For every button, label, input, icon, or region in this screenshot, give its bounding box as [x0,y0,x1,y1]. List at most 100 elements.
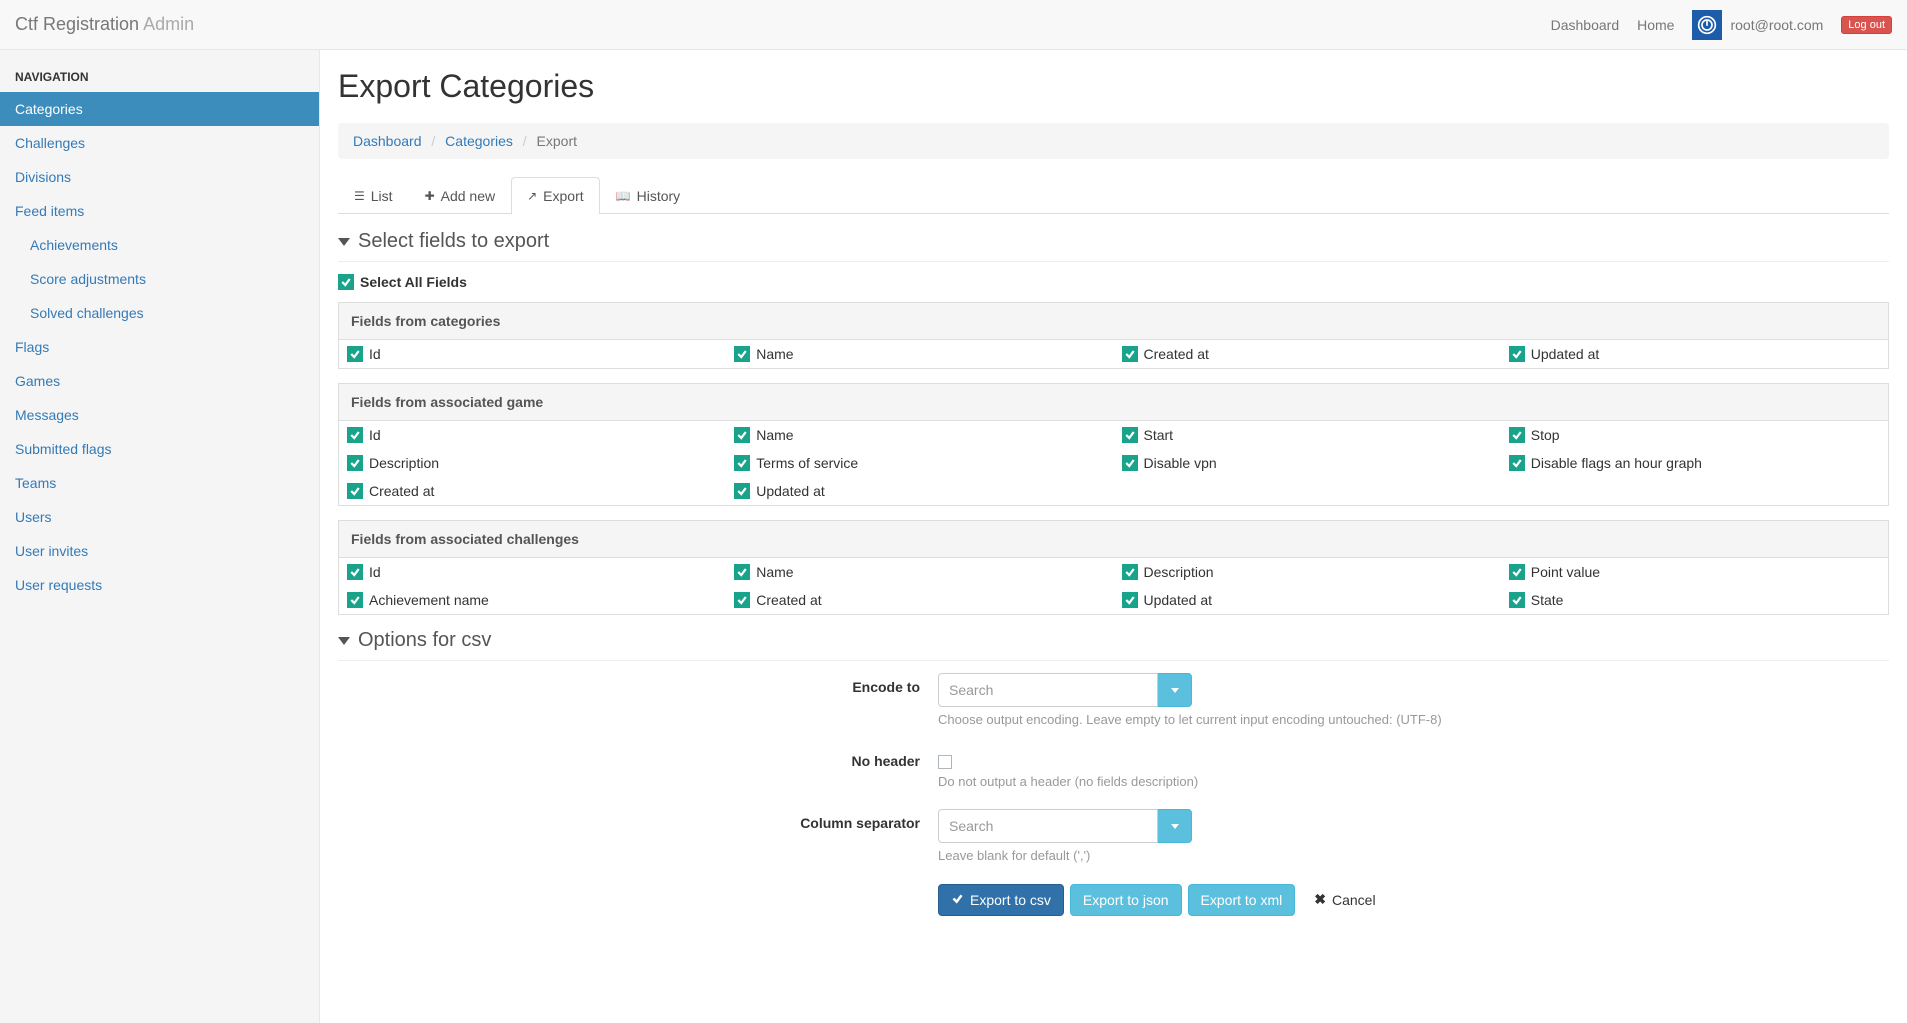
tab-list-label: List [371,188,393,204]
field-label: Start [1144,427,1174,443]
field-checkbox[interactable] [1509,592,1525,608]
encode-to-dropdown[interactable] [1158,673,1192,707]
user-block[interactable]: root@root.com [1692,10,1823,40]
field-checkbox[interactable] [734,564,750,580]
field-label: Updated at [1144,592,1213,608]
breadcrumb-dashboard[interactable]: Dashboard [353,133,422,149]
field-item: Disable vpn [1114,449,1501,477]
field-label: Terms of service [756,455,858,471]
field-item: Id [339,421,726,449]
field-checkbox[interactable] [1122,564,1138,580]
sidebar-item-solved-challenges[interactable]: Solved challenges [0,296,319,330]
field-checkbox[interactable] [734,346,750,362]
sidebar-item-user-requests[interactable]: User requests [0,568,319,602]
sidebar-item-categories[interactable]: Categories [0,92,319,126]
tab-history[interactable]: 📖 History [600,177,697,214]
field-label: Created at [756,592,821,608]
field-checkbox[interactable] [347,427,363,443]
field-grid: Id Name Description Point value Achievement … [338,558,1889,615]
field-checkbox[interactable] [347,592,363,608]
cancel-button[interactable]: ✖ Cancel [1301,883,1388,916]
user-avatar-icon [1692,10,1722,40]
sidebar-item-divisions[interactable]: Divisions [0,160,319,194]
field-checkbox[interactable] [1509,346,1525,362]
field-checkbox[interactable] [347,483,363,499]
field-label: Stop [1531,427,1560,443]
column-separator-input[interactable] [938,809,1158,843]
sidebar-item-achievements[interactable]: Achievements [0,228,319,262]
field-checkbox[interactable] [1509,564,1525,580]
field-label: Id [369,346,381,362]
field-item: Description [1114,558,1501,586]
sidebar-item-challenges[interactable]: Challenges [0,126,319,160]
list-icon: ☰ [354,189,365,203]
field-checkbox[interactable] [347,346,363,362]
field-checkbox[interactable] [1122,592,1138,608]
field-checkbox[interactable] [347,455,363,471]
sidebar-item-submitted-flags[interactable]: Submitted flags [0,432,319,466]
close-icon: ✖ [1314,891,1326,908]
topnav-dashboard[interactable]: Dashboard [1551,17,1620,33]
field-checkbox[interactable] [1122,455,1138,471]
field-checkbox[interactable] [1509,455,1525,471]
sidebar-item-feed-items[interactable]: Feed items [0,194,319,228]
field-checkbox[interactable] [734,483,750,499]
fields-section-toggle[interactable]: Select fields to export [338,230,1889,262]
select-all-checkbox[interactable] [338,274,354,290]
tab-list[interactable]: ☰ List [338,177,409,214]
sidebar-item-messages[interactable]: Messages [0,398,319,432]
field-item: Updated at [1501,340,1888,368]
sidebar-item-score-adjustments[interactable]: Score adjustments [0,262,319,296]
sidebar: NAVIGATION CategoriesChallengesDivisions… [0,50,320,1023]
field-checkbox[interactable] [1122,346,1138,362]
column-separator-dropdown[interactable] [1158,809,1192,843]
sidebar-item-flags[interactable]: Flags [0,330,319,364]
field-label: Name [756,564,793,580]
check-icon [951,892,964,908]
breadcrumb-categories[interactable]: Categories [445,133,513,149]
field-label: Description [1144,564,1214,580]
brand-sub: Admin [143,14,194,34]
tab-add-label: Add new [441,188,495,204]
options-section-title: Options for csv [358,629,491,652]
field-label: Created at [1144,346,1209,362]
field-checkbox[interactable] [734,592,750,608]
sidebar-item-user-invites[interactable]: User invites [0,534,319,568]
tab-export[interactable]: ↗ Export [511,177,600,214]
cancel-label: Cancel [1332,892,1376,908]
chevron-down-icon [338,637,350,645]
fields-section-title: Select fields to export [358,230,549,253]
sidebar-item-teams[interactable]: Teams [0,466,319,500]
sidebar-item-users[interactable]: Users [0,500,319,534]
field-checkbox[interactable] [734,455,750,471]
field-item: Name [726,558,1113,586]
topnav-home[interactable]: Home [1637,17,1674,33]
sidebar-item-games[interactable]: Games [0,364,319,398]
no-header-checkbox[interactable] [938,755,952,769]
options-section-toggle[interactable]: Options for csv [338,629,1889,661]
brand[interactable]: Ctf Registration Admin [15,14,194,35]
topnav-user: root@root.com [1730,17,1823,33]
field-item: Created at [1114,340,1501,368]
field-label: Name [756,346,793,362]
field-label: Id [369,564,381,580]
export-xml-button[interactable]: Export to xml [1188,884,1296,916]
field-item: Achievement name [339,586,726,614]
history-icon: 📖 [616,189,631,203]
tab-add-new[interactable]: ✚ Add new [409,177,512,214]
column-separator-label: Column separator [338,809,938,831]
export-csv-button[interactable]: Export to csv [938,884,1064,916]
no-header-label: No header [338,747,938,769]
field-label: Point value [1531,564,1600,580]
logout-button[interactable]: Log out [1841,16,1892,34]
field-checkbox[interactable] [1509,427,1525,443]
field-checkbox[interactable] [734,427,750,443]
field-label: Updated at [1531,346,1600,362]
sidebar-header: NAVIGATION [0,60,319,92]
field-checkbox[interactable] [1122,427,1138,443]
export-json-button[interactable]: Export to json [1070,884,1182,916]
field-checkbox[interactable] [347,564,363,580]
field-group-header: Fields from associated challenges [338,520,1889,558]
field-label: Disable vpn [1144,455,1217,471]
encode-to-input[interactable] [938,673,1158,707]
